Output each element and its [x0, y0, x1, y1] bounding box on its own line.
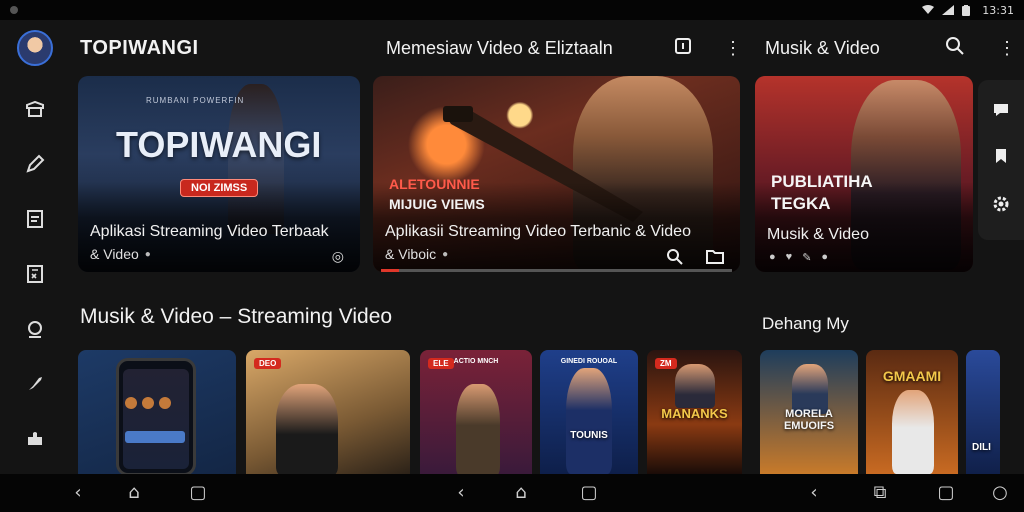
app-title: TOPIWANGI	[80, 36, 199, 59]
card-caption: Musik & Video	[767, 226, 869, 243]
video-thumbnail[interactable]: DEO	[246, 350, 410, 474]
search-icon[interactable]	[944, 36, 966, 61]
rocket-icon[interactable]	[23, 372, 47, 396]
featured-card[interactable]: RUMBANI POWERFIN TOPIWANGI NOI ZIMSS Apl…	[78, 76, 360, 272]
thumbnail-title: DILI	[972, 442, 991, 453]
card-overlay-subtitle: TEGKA	[771, 194, 831, 213]
clock: 13:31	[982, 3, 1014, 17]
verified-icon: ●	[442, 248, 449, 260]
card-caption: Aplikasii Streaming Video Terbanic & Vid…	[385, 223, 691, 240]
document-icon[interactable]	[23, 207, 47, 231]
cast-icon[interactable]: ◎	[332, 248, 344, 265]
video-thumbnail[interactable]: GINEDI ROUOAL TOUNIS	[540, 350, 638, 474]
playback-progress[interactable]	[381, 269, 732, 272]
info-icon[interactable]	[672, 37, 694, 60]
card-tag: NOI ZIMSS	[180, 179, 259, 197]
heart-icon[interactable]: ♥	[786, 251, 793, 264]
puzzle-icon[interactable]	[23, 427, 47, 451]
video-thumbnail[interactable]: ZM MANANKS	[647, 350, 742, 474]
video-thumbnail[interactable]: MORELA EMUOIFS	[760, 350, 858, 474]
section-side-label[interactable]: Dehang My	[762, 314, 849, 334]
thumbnail-strip: ACTIO MNCH	[453, 358, 499, 365]
home-icon[interactable]: ⌂	[122, 482, 146, 503]
gift-icon[interactable]	[23, 97, 47, 121]
recents-icon[interactable]: ▢	[577, 482, 601, 503]
card-hero-title: TOPIWANGI	[116, 124, 322, 165]
section-title: Musik & Video – Streaming Video	[80, 305, 393, 328]
phone-image	[116, 358, 196, 474]
back-icon[interactable]: ‹	[802, 482, 826, 503]
settings-icon[interactable]	[992, 195, 1010, 218]
share-icon[interactable]: ✎	[802, 251, 811, 264]
back-icon[interactable]: ‹	[449, 482, 473, 503]
battery-icon	[962, 5, 974, 16]
edit-icon[interactable]	[23, 152, 47, 176]
status-bar: 13:31	[0, 0, 1024, 20]
chat-icon[interactable]	[992, 102, 1010, 123]
home-icon[interactable]: ⌂	[509, 482, 533, 503]
card-overlay-title: ALETOUNNIE	[389, 176, 480, 192]
card-subcaption: & Video	[90, 246, 139, 262]
featured-card[interactable]: ALETOUNNIE MIJUIG VIEMS Aplikasii Stream…	[373, 76, 740, 272]
video-thumbnail[interactable]	[78, 350, 236, 474]
avatar[interactable]	[17, 30, 53, 66]
recents-icon[interactable]: ▢	[934, 482, 958, 503]
system-nav-bar: ‹ ⌂ ▢ ‹ ⌂ ▢ ‹ ⧉ ▢ ○	[0, 474, 1024, 512]
wifi-icon	[922, 5, 935, 15]
search-icon[interactable]	[666, 248, 684, 271]
card-subcaption: & Viboic	[385, 246, 437, 262]
copy-icon[interactable]: ⧉	[868, 482, 892, 503]
thumbnail-title: TOUNIS	[570, 430, 608, 441]
back-icon[interactable]: ‹	[66, 482, 90, 503]
home-circle-icon[interactable]: ○	[988, 482, 1012, 503]
verified-icon: ●	[144, 248, 151, 260]
recents-icon[interactable]: ▢	[186, 482, 210, 503]
receipt-icon[interactable]	[23, 262, 47, 286]
thumbnail-badge: ZM	[655, 358, 677, 369]
thumbnail-strip: GINEDI ROUOAL	[560, 358, 618, 365]
right-action-rail	[978, 80, 1024, 240]
section-header-right: Musik & Video	[765, 37, 880, 58]
featured-card[interactable]: PUBLIATIHA TEGKA Musik & Video ● ♥ ✎ ●	[755, 76, 973, 272]
card-caption: Aplikasi Streaming Video Terbaak	[90, 223, 329, 240]
thumbnail-title: MANANKS	[661, 406, 728, 421]
folder-icon[interactable]	[706, 248, 724, 271]
notification-dot-icon	[10, 6, 18, 14]
video-thumbnail[interactable]: DILI	[966, 350, 1000, 474]
video-thumbnail[interactable]: GMAAMI	[866, 350, 958, 474]
more-vertical-icon[interactable]: ⋮	[996, 38, 1018, 59]
card-overlay-title: PUBLIATIHA	[771, 172, 873, 191]
bookmark-icon[interactable]	[993, 147, 1009, 170]
support-icon[interactable]	[23, 317, 47, 341]
thumbnail-title: GMAAMI	[882, 368, 942, 384]
signal-icon	[942, 5, 955, 15]
card-overlay-subtitle: MIJUIG VIEMS	[389, 196, 485, 212]
verified-icon: ●	[821, 251, 829, 263]
like-icon[interactable]: ●	[769, 251, 776, 264]
more-vertical-icon[interactable]: ⋮	[722, 38, 744, 59]
thumbnail-badge: DEO	[254, 358, 282, 369]
card-kicker: RUMBANI POWERFIN	[146, 96, 245, 105]
video-thumbnail[interactable]: ELE ACTIO MNCH	[420, 350, 532, 474]
left-nav-rail	[0, 20, 70, 474]
section-header-middle: Memesiaw Video & Eliztaaln	[386, 37, 613, 58]
thumbnail-title: MORELA EMUOIFS	[783, 408, 835, 432]
